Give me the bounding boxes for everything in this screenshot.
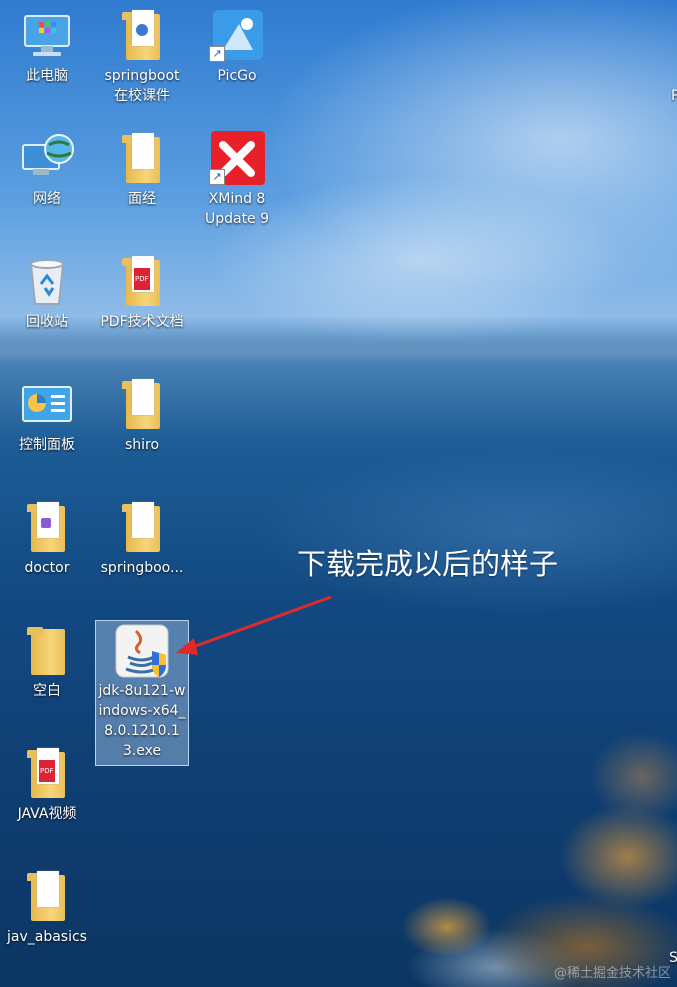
folder-icon: [114, 8, 170, 64]
desktop-icon-label: XMind 8 Update 9: [204, 191, 270, 227]
desktop-icon-label: 网络: [33, 191, 61, 207]
control-panel-icon: [19, 377, 75, 433]
desktop-icon-recycle-bin[interactable]: 回收站: [0, 254, 94, 332]
desktop-icon-pdf-docs[interactable]: PDF技术文档: [95, 254, 189, 332]
xmind-app-icon: ↗: [209, 131, 265, 187]
network-icon: [19, 131, 75, 187]
folder-icon: [19, 623, 75, 679]
computer-icon: [19, 8, 75, 64]
java-installer-icon: [114, 623, 170, 679]
desktop-icon-java-videos[interactable]: JAVA视频: [0, 746, 94, 824]
desktop-icon-label: springboo...: [100, 560, 184, 576]
desktop-icon-label: 面经: [128, 191, 156, 207]
folder-icon: [19, 500, 75, 556]
desktop-icon-jdk-installer[interactable]: jdk-8u121-windows-x64_8.0.1210.13.exe: [95, 620, 189, 766]
desktop-icon-springboot[interactable]: springboo...: [95, 500, 189, 578]
desktop-icon-label: 空白: [33, 683, 61, 699]
desktop-icon-blank[interactable]: 空白: [0, 623, 94, 701]
desktop-icon-label: shiro: [124, 437, 160, 453]
desktop-icon-jav-abasics[interactable]: jav_abasics: [0, 869, 94, 947]
folder-icon: [114, 500, 170, 556]
watermark: @稀土掘金技术社区: [553, 966, 671, 981]
desktop-icon-xmind[interactable]: ↗ XMind 8 Update 9: [190, 131, 284, 229]
folder-icon: [19, 746, 75, 802]
desktop-icon-label: doctor: [24, 560, 70, 576]
desktop-icon-label: 回收站: [26, 314, 68, 330]
desktop-icon-control-panel[interactable]: 控制面板: [0, 377, 94, 455]
desktop-icon-label: jdk-8u121-windows-x64_8.0.1210.13.exe: [98, 683, 186, 759]
desktop-icon-label: PDF技术文档: [100, 314, 184, 330]
desktop-icon-label: 控制面板: [19, 437, 75, 453]
desktop-icon-this-pc[interactable]: 此电脑: [0, 8, 94, 86]
desktop-icon-network[interactable]: 网络: [0, 131, 94, 209]
desktop-icon-interview-notes[interactable]: 面经: [95, 131, 189, 209]
desktop-icon-picgo[interactable]: ↗ PicGo: [190, 8, 284, 86]
folder-icon: [114, 131, 170, 187]
desktop-icon-springboot-courseware[interactable]: springboot 在校课件: [95, 8, 189, 106]
folder-icon: [114, 377, 170, 433]
folder-icon: [114, 254, 170, 310]
horizon: [0, 338, 677, 364]
desktop-icon-doctor[interactable]: doctor: [0, 500, 94, 578]
shortcut-arrow-icon: ↗: [209, 169, 225, 185]
desktop-icon-label: 此电脑: [26, 68, 68, 84]
picgo-app-icon: ↗: [209, 8, 265, 64]
coastal-rocks: [337, 717, 677, 987]
recycle-bin-icon: [19, 254, 75, 310]
partial-icon-label: P: [671, 88, 677, 104]
desktop-icon-label: JAVA视频: [17, 806, 77, 822]
annotation-text: 下载完成以后的样子: [297, 547, 559, 581]
desktop-icon-label: PicGo: [217, 68, 257, 84]
desktop-icon-shiro[interactable]: shiro: [95, 377, 189, 455]
desktop-icon-label: springboot 在校课件: [104, 68, 180, 104]
folder-icon: [19, 869, 75, 925]
shortcut-arrow-icon: ↗: [209, 46, 225, 62]
desktop-icon-label: jav_abasics: [7, 929, 87, 945]
